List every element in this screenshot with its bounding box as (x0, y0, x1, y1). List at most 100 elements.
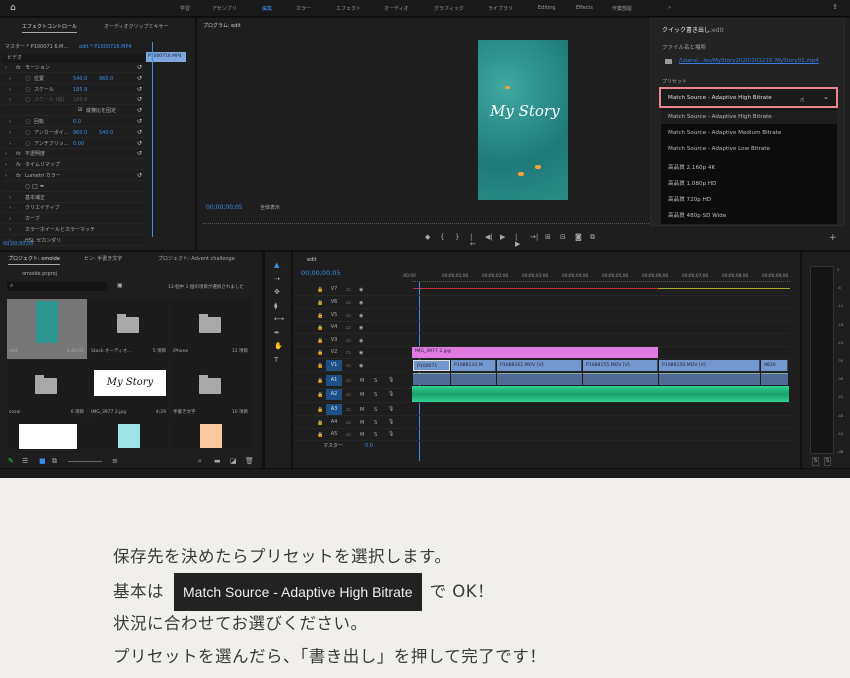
track-target[interactable]: V1 (326, 360, 342, 371)
folder-icon[interactable] (665, 59, 672, 64)
project-item-folder[interactable]: Stock オーディオ... 5 項目 (89, 299, 169, 359)
track-output-icon[interactable]: ▭ (346, 314, 351, 319)
eye-icon[interactable]: ◉ (359, 364, 363, 369)
project-tab[interactable]: プロジェクト: Advent challenge (158, 257, 235, 262)
transport-marker-icon[interactable]: ◆ (425, 234, 430, 241)
freeform-view-icon[interactable]: ⧉ (52, 458, 57, 465)
param-value-2[interactable]: 540.0 (99, 130, 113, 136)
tab-effect-controls[interactable]: エフェクトコントロール (22, 25, 78, 33)
stopwatch-icon[interactable]: ◌ (25, 140, 30, 147)
track-target[interactable]: A4 (326, 417, 342, 428)
expand-chevron-icon[interactable]: › (9, 98, 11, 103)
preset-dropdown[interactable]: Match Source - Adaptive High Bitrate ⌄ ☝ (659, 87, 838, 108)
mute-button[interactable]: M (360, 433, 364, 438)
param-value[interactable]: 960.0 (73, 130, 87, 136)
clip-a1[interactable] (413, 373, 450, 385)
track-target[interactable]: A2 (326, 389, 342, 400)
workspace-tab[interactable]: アセンブリ (212, 5, 237, 12)
razor-tool-icon[interactable]: ⧫ (274, 302, 277, 310)
zoom-dropdown[interactable]: 全体表示 (260, 206, 280, 211)
preset-option[interactable]: Match Source - Adaptive Medium Bitrate (668, 130, 781, 136)
mute-button[interactable]: M (360, 421, 364, 426)
clip-a1[interactable] (497, 373, 582, 385)
transport-out-icon[interactable]: } (455, 234, 459, 241)
project-item-folder[interactable]: 手書き文字 10 項目 (171, 360, 251, 420)
workspace-tab[interactable]: ライブラリ (488, 5, 513, 12)
mic-icon[interactable]: 🎙 (388, 420, 394, 425)
param-value[interactable]: 0.0 (73, 120, 81, 125)
reset-icon[interactable]: ↺ (137, 129, 142, 136)
workspace-tab[interactable]: 学習 (180, 5, 190, 12)
timeline-tab-edit[interactable]: edit (307, 258, 317, 263)
master-volume[interactable]: 0.0 (365, 444, 373, 449)
expand-chevron-icon[interactable]: › (9, 195, 11, 201)
clip-v1[interactable]: P1088162.MOV [V] (497, 360, 582, 371)
lock-icon[interactable]: 🔒 (317, 379, 323, 384)
new-item-icon[interactable]: ◪ (230, 458, 237, 465)
project-item-color[interactable] (171, 421, 251, 449)
expand-chevron-icon[interactable]: › (9, 130, 11, 136)
clip-a1[interactable] (451, 373, 496, 385)
eye-icon[interactable]: ◉ (359, 288, 363, 293)
track-output-icon[interactable]: ▭ (346, 288, 351, 293)
lock-icon[interactable]: 🔒 (317, 288, 323, 293)
project-item-color[interactable] (89, 421, 169, 449)
project-search-input[interactable]: ⌕ (7, 282, 107, 291)
mute-button[interactable]: M (360, 408, 364, 413)
param-value[interactable]: 185.9 (73, 87, 87, 93)
timeline-timecode[interactable]: 00;00;00;05 (301, 270, 341, 277)
expand-chevron-icon[interactable]: › (9, 76, 11, 82)
track-target[interactable]: V5 (326, 310, 342, 321)
track-output-icon[interactable]: ▭ (346, 433, 351, 438)
expand-chevron-icon[interactable]: › (5, 66, 7, 71)
pencil-icon[interactable]: ✎ (8, 458, 14, 465)
lock-icon[interactable]: 🔒 (317, 301, 323, 306)
lock-icon[interactable]: 🔒 (317, 393, 323, 398)
find-icon[interactable]: ⌕ (198, 458, 202, 465)
icon-view-icon[interactable]: ■ (39, 458, 46, 465)
home-icon[interactable]: ⌂ (10, 4, 16, 13)
track-output-icon[interactable]: ▭ (346, 393, 351, 398)
mute-button[interactable]: M (360, 379, 364, 384)
track-output-icon[interactable]: ▭ (346, 326, 351, 331)
track-target[interactable]: A3 (326, 404, 342, 415)
program-timecode[interactable]: 00;00;00;05 (206, 205, 243, 211)
solo-button[interactable]: S (374, 408, 377, 413)
preset-option[interactable]: Match Source - Adaptive Low Bitrate (668, 146, 770, 152)
expand-chevron-icon[interactable]: › (5, 152, 7, 157)
param-value[interactable]: 540.0 (73, 76, 87, 82)
clip-v1[interactable]: P1088134.M (451, 360, 496, 371)
workspace-tab[interactable]: Effects (576, 5, 593, 11)
transport-step-back-icon[interactable]: ◀| (485, 234, 493, 241)
param-value[interactable]: 185.9 (73, 98, 87, 103)
lock-icon[interactable]: 🔒 (317, 421, 323, 426)
project-tab[interactable]: プロジェクト: omoide (8, 257, 60, 265)
reset-icon[interactable]: ↺ (137, 119, 142, 125)
track-output-icon[interactable]: ▭ (346, 364, 351, 369)
playhead[interactable] (152, 42, 153, 237)
lock-icon[interactable]: 🔒 (317, 314, 323, 319)
workspace-tab[interactable]: 編集 (262, 5, 272, 12)
mic-icon[interactable]: 🎙 (388, 407, 394, 412)
ripple-tool-icon[interactable]: ✥ (274, 289, 280, 296)
track-output-icon[interactable]: ▭ (346, 339, 351, 344)
solo-button[interactable]: S (374, 393, 377, 398)
lock-icon[interactable]: 🔒 (317, 326, 323, 331)
lock-icon[interactable]: 🔒 (317, 408, 323, 413)
workspace-tab[interactable]: カラー (296, 5, 311, 12)
stopwatch-icon[interactable]: ◌ (25, 129, 30, 136)
mask-shapes-icons[interactable]: ○ □ ✒ (25, 183, 45, 190)
reset-icon[interactable]: ↺ (137, 140, 142, 147)
clip-v1[interactable]: P1088155.MOV [V] (583, 360, 658, 371)
expand-chevron-icon[interactable]: › (9, 217, 11, 222)
track-target[interactable]: V6 (326, 297, 342, 308)
transport-insert-icon[interactable]: ⊞ (545, 234, 551, 241)
sequence-clip-dropdown[interactable]: edit * P1000716.MP4 (79, 45, 132, 50)
share-icon[interactable]: ⇪ (832, 4, 838, 11)
expand-chevron-icon[interactable]: › (5, 174, 7, 179)
track-output-icon[interactable]: ▭ (346, 351, 351, 356)
project-item-folder[interactable]: iPhone 12 項目 (171, 299, 251, 359)
meter-solo-button[interactable]: S (824, 457, 832, 466)
add-button-icon[interactable]: + (829, 234, 837, 243)
track-target[interactable]: V7 (326, 284, 342, 295)
